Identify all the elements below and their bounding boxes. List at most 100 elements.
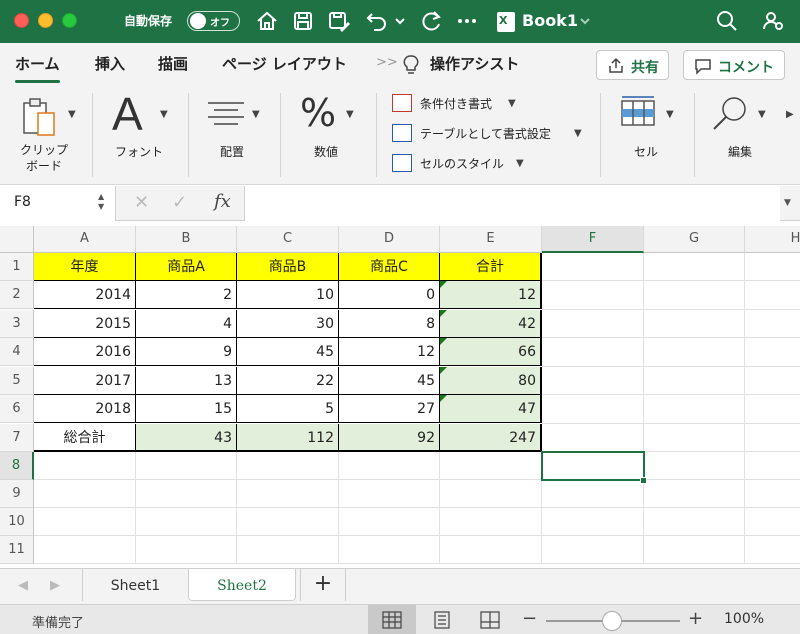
cell-c1[interactable]: 商品B (237, 253, 339, 281)
empty-cell[interactable] (34, 452, 136, 480)
minimize-window-button[interactable] (38, 13, 53, 28)
cell-e1[interactable]: 合計 (440, 253, 542, 281)
redo-icon[interactable] (418, 8, 444, 34)
empty-cell[interactable] (237, 508, 339, 536)
empty-cell[interactable] (136, 480, 237, 508)
cell-c5[interactable]: 22 (237, 367, 339, 395)
sheet-prev-icon[interactable]: ◀ (18, 578, 28, 593)
empty-cell[interactable] (745, 536, 800, 564)
row-header-9[interactable]: 9 (0, 480, 34, 508)
empty-cell[interactable] (745, 310, 800, 338)
home-icon[interactable] (254, 8, 280, 34)
empty-cell[interactable] (644, 452, 745, 480)
search-icon[interactable] (714, 8, 740, 34)
empty-cell[interactable] (339, 508, 440, 536)
column-header-a[interactable]: A (34, 226, 136, 253)
name-box[interactable]: F8 ▲ ▼ (0, 186, 116, 221)
empty-cell[interactable] (542, 253, 644, 281)
empty-cell[interactable] (542, 480, 644, 508)
cell-b5[interactable]: 13 (136, 367, 237, 395)
empty-cell[interactable] (542, 338, 644, 367)
cell-d2[interactable]: 0 (339, 281, 440, 309)
fill-handle[interactable] (640, 477, 647, 484)
empty-cell[interactable] (745, 253, 800, 281)
empty-cell[interactable] (644, 281, 745, 310)
cell-b7[interactable]: 43 (136, 424, 237, 452)
empty-cell[interactable] (745, 480, 800, 508)
cell-c6[interactable]: 5 (237, 395, 339, 423)
cell-a2[interactable]: 2014 (34, 281, 136, 309)
row-header-5[interactable]: 5 (0, 367, 34, 395)
zoom-in-button[interactable]: + (688, 608, 703, 629)
column-header-g[interactable]: G (644, 226, 745, 253)
cell-b2[interactable]: 2 (136, 281, 237, 309)
title-chevron-down-icon[interactable] (578, 8, 592, 34)
cell-e3[interactable]: 42 (440, 310, 542, 338)
tab-insert[interactable]: 挿入 (95, 53, 125, 74)
formula-input[interactable] (244, 186, 780, 221)
zoom-level[interactable]: 100% (724, 611, 764, 627)
empty-cell[interactable] (34, 480, 136, 508)
cell-a4[interactable]: 2016 (34, 338, 136, 366)
empty-cell[interactable] (237, 480, 339, 508)
save-icon[interactable] (290, 8, 316, 34)
cell-a7[interactable]: 総合計 (34, 424, 136, 452)
font-group[interactable]: A ▼ フォント (100, 85, 180, 185)
cell-d4[interactable]: 12 (339, 338, 440, 366)
cell-e4[interactable]: 66 (440, 338, 542, 366)
cell-d7[interactable]: 92 (339, 424, 440, 452)
cell-e6[interactable]: 47 (440, 395, 542, 423)
empty-cell[interactable] (339, 452, 440, 480)
align-group[interactable]: ▼ 配置 (194, 85, 274, 185)
empty-cell[interactable] (440, 452, 542, 480)
page-layout-view-button[interactable] (418, 605, 466, 634)
empty-cell[interactable] (542, 367, 644, 395)
column-header-f[interactable]: F (542, 226, 644, 253)
row-header-7[interactable]: 7 (0, 424, 34, 452)
zoom-slider-knob[interactable] (602, 611, 622, 631)
empty-cell[interactable] (644, 508, 745, 536)
cancel-icon[interactable]: ✕ (134, 192, 149, 213)
cell-c4[interactable]: 45 (237, 338, 339, 366)
cell-a6[interactable]: 2018 (34, 395, 136, 423)
row-header-2[interactable]: 2 (0, 281, 34, 309)
clipboard-group[interactable]: ▼ クリップ ボード (0, 85, 92, 185)
cell-c3[interactable]: 30 (237, 310, 339, 338)
row-header-8[interactable]: 8 (0, 452, 34, 480)
empty-cell[interactable] (745, 281, 800, 310)
empty-cell[interactable] (542, 395, 644, 424)
name-box-stepper-icon[interactable]: ▲ ▼ (98, 192, 104, 212)
empty-cell[interactable] (644, 367, 745, 395)
empty-cell[interactable] (644, 424, 745, 452)
document-title[interactable]: Book1 (522, 11, 578, 30)
share-person-icon[interactable] (760, 8, 786, 34)
column-header-h[interactable]: H (745, 226, 800, 253)
number-group[interactable]: % ▼ 数値 (288, 85, 368, 185)
row-header-6[interactable]: 6 (0, 395, 34, 423)
more-icon[interactable] (454, 8, 480, 34)
cell-d3[interactable]: 8 (339, 310, 440, 338)
empty-cell[interactable] (644, 338, 745, 367)
normal-view-button[interactable] (368, 605, 416, 634)
empty-cell[interactable] (237, 452, 339, 480)
row-header-10[interactable]: 10 (0, 508, 34, 536)
add-sheet-button[interactable]: + (300, 569, 346, 601)
empty-cell[interactable] (745, 508, 800, 536)
empty-cell[interactable] (745, 367, 800, 395)
row-header-4[interactable]: 4 (0, 338, 34, 366)
row-header-1[interactable]: 1 (0, 253, 34, 281)
undo-dropdown-chevron-icon[interactable] (393, 8, 407, 34)
zoom-window-button[interactable] (62, 13, 77, 28)
save-as-icon[interactable] (326, 8, 352, 34)
column-header-d[interactable]: D (339, 226, 440, 253)
edit-group[interactable]: ▼ 編集 (700, 85, 780, 185)
empty-cell[interactable] (644, 536, 745, 564)
empty-cell[interactable] (440, 508, 542, 536)
empty-cell[interactable] (542, 310, 644, 338)
empty-cell[interactable] (745, 395, 800, 424)
chevron-down-icon[interactable]: ▼ (252, 109, 260, 120)
cell-b4[interactable]: 9 (136, 338, 237, 366)
empty-cell[interactable] (136, 508, 237, 536)
sheet-tab-sheet2[interactable]: Sheet2 (188, 569, 296, 601)
chevron-down-icon[interactable]: ▼ (160, 109, 168, 120)
